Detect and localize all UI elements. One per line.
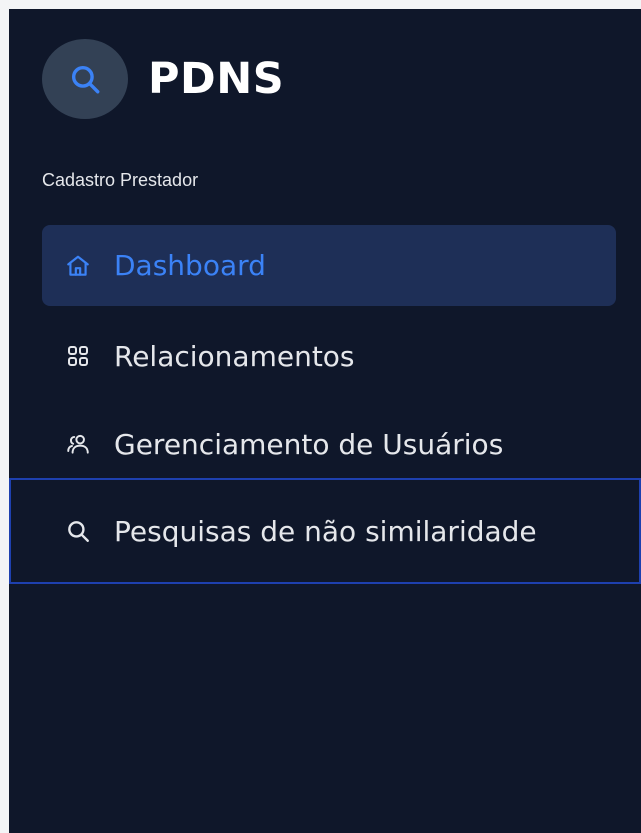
users-icon (64, 430, 92, 458)
sidebar-item-label: Dashboard (114, 249, 266, 282)
section-label: Cadastro Prestador (42, 170, 199, 190)
sidebar-item-dashboard[interactable]: Dashboard (42, 225, 616, 306)
brand-badge[interactable] (42, 39, 128, 119)
sidebar-item-label: Gerenciamento de Usuários (114, 427, 504, 461)
brand-title: PDNS (148, 54, 285, 104)
home-icon (64, 252, 92, 280)
sidebar-item-label: Pesquisas de não similaridade (114, 514, 537, 548)
search-icon (71, 65, 100, 94)
sidebar: PDNS Cadastro Prestador Dashboard Relaci… (9, 9, 641, 833)
sidebar-item-label: Relacionamentos (114, 339, 355, 373)
search-icon (64, 517, 92, 545)
sidebar-item-relacionamentos[interactable]: Relacionamentos (42, 314, 616, 398)
grid-icon (64, 342, 92, 370)
brand: PDNS (42, 39, 284, 119)
sidebar-item-gerenciamento-usuarios[interactable]: Gerenciamento de Usuários (42, 402, 616, 486)
sidebar-item-pesquisas[interactable]: Pesquisas de não similaridade (9, 478, 641, 584)
